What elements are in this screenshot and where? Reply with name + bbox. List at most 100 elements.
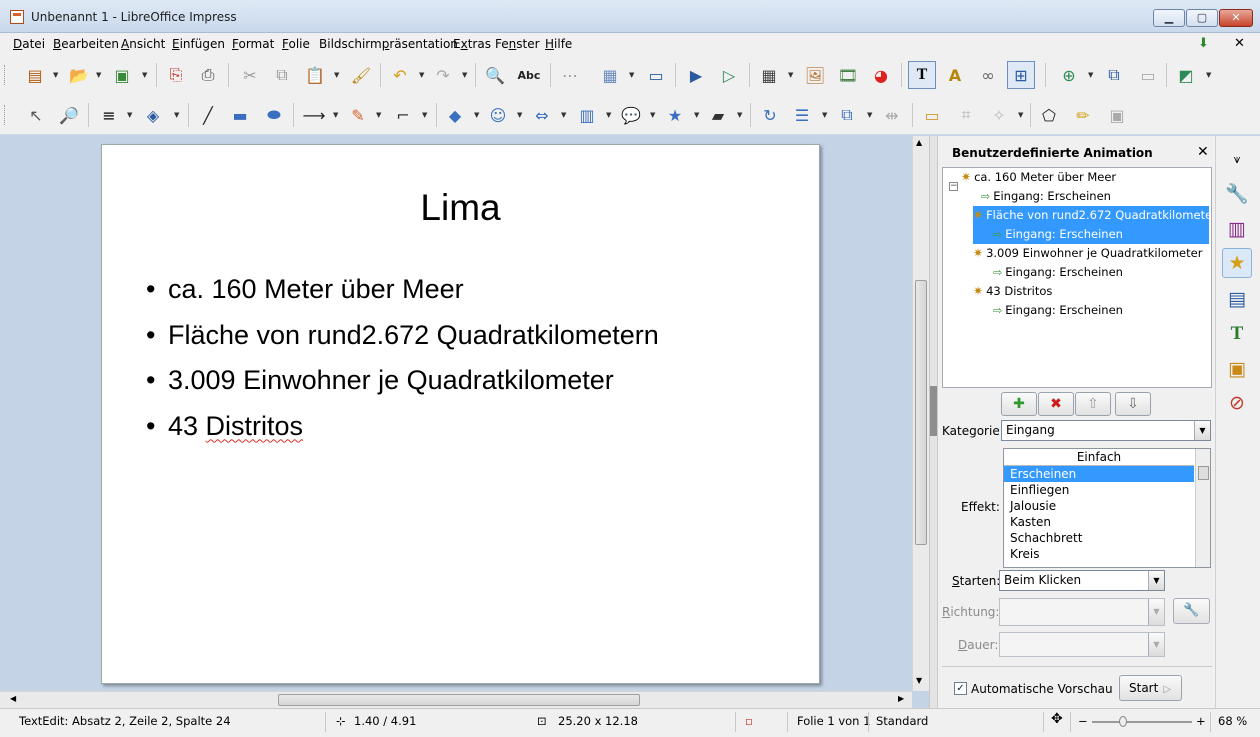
slide-workspace[interactable]: Lima ca. 160 Meter über Meer Fläche von … <box>0 136 912 691</box>
document-modified-icon[interactable]: ▫ <box>745 714 753 728</box>
stars-icon[interactable]: ★ <box>663 103 687 127</box>
animation-effect-row[interactable]: ⇨ Eingang: Erscheinen <box>981 187 1111 206</box>
zoom-in-icon[interactable]: + <box>1196 714 1206 728</box>
close-window-button[interactable]: ✕ <box>1219 9 1253 27</box>
animation-shape-row[interactable]: ✷ Fläche von rund2.672 Quadratkilometern <box>973 206 1211 225</box>
block-arrows-icon[interactable]: ⇔ <box>530 103 554 127</box>
paste-icon[interactable]: 📋 <box>303 63 327 87</box>
start-preview-button[interactable]: Start ▷ <box>1119 675 1182 701</box>
select-icon[interactable]: ↖ <box>24 103 48 127</box>
rotate-icon[interactable]: ↻ <box>758 103 782 127</box>
starten-select[interactable]: Beim Klicken ▼ <box>999 570 1165 591</box>
slide-transition-icon[interactable]: ▤ <box>1222 284 1252 314</box>
export-pdf-icon[interactable]: ⎘ <box>164 63 188 87</box>
menu-datei[interactable]: Datei <box>13 37 45 51</box>
start-presentation-icon[interactable]: ▶ <box>684 63 708 87</box>
animation-shape-row[interactable]: ✷ 43 Distritos <box>973 282 1052 301</box>
effect-list-scrollbar[interactable] <box>1195 449 1210 567</box>
master-pages-icon[interactable]: ▥ <box>1222 214 1252 244</box>
connector-icon[interactable]: ⌐ <box>391 103 415 127</box>
custom-animation-icon[interactable]: ★ <box>1222 248 1252 278</box>
media-icon[interactable]: 🎞 <box>836 63 860 87</box>
bullet-item[interactable]: Fläche von rund2.672 Quadratkilometern <box>146 313 659 359</box>
duplicate-slide-icon[interactable]: ⧉ <box>1102 63 1126 87</box>
flowchart-icon[interactable]: ▥ <box>575 103 599 127</box>
slide-layout-icon[interactable]: ▭ <box>1136 63 1160 87</box>
move-up-button[interactable]: ⇧ <box>1075 392 1111 416</box>
scroll-down-icon[interactable]: ▼ <box>916 676 922 685</box>
chart-icon[interactable]: ◕ <box>869 63 893 87</box>
animation-list[interactable]: − ✷ ca. 160 Meter über Meer ⇨ Eingang: Ers… <box>942 167 1212 388</box>
master-slide-icon[interactable]: ▭ <box>644 63 668 87</box>
slide-canvas[interactable]: Lima ca. 160 Meter über Meer Fläche von … <box>101 144 820 684</box>
menu-fenster[interactable]: Fenster <box>495 37 540 51</box>
vertical-scrollbar[interactable]: ▲ ▼ <box>912 136 929 691</box>
remove-effect-button[interactable]: ✖ <box>1038 392 1074 416</box>
undo-icon[interactable]: ↶ <box>388 63 412 87</box>
hyperlink-icon[interactable]: ∞ <box>976 63 1000 87</box>
animation-effect-row[interactable]: ⇨ Eingang: Erscheinen <box>993 301 1123 320</box>
callouts-icon[interactable]: 💬 <box>619 103 643 127</box>
zoom-slider-knob[interactable] <box>1119 716 1127 727</box>
cut-icon[interactable]: ✂ <box>238 63 262 87</box>
menu-bearbeiten[interactable]: Bearbeiten <box>53 37 119 51</box>
fit-slide-icon[interactable]: ✥ <box>1051 711 1063 727</box>
animation-shape-row[interactable]: ✷ ca. 160 Meter über Meer <box>961 168 1116 187</box>
panel-close-icon[interactable]: ✕ <box>1197 144 1209 160</box>
image-icon[interactable]: 🖼 <box>803 63 827 87</box>
curve-icon[interactable]: ✎ <box>346 103 370 127</box>
sidebar-menu-icon[interactable]: ⩛ <box>1222 144 1252 174</box>
copy-icon[interactable]: ⧉ <box>270 63 294 87</box>
zoom-icon[interactable]: ◩ <box>1174 63 1198 87</box>
redo-icon[interactable]: ↷ <box>431 63 455 87</box>
scroll-left-icon[interactable]: ◀ <box>10 694 16 703</box>
zoom-pan-icon[interactable]: 🔎 <box>57 103 81 127</box>
line-icon[interactable]: ╱ <box>196 103 220 127</box>
move-down-button[interactable]: ⇩ <box>1115 392 1151 416</box>
arrow-line-icon[interactable]: ⟶ <box>302 103 326 127</box>
slide-show-icon[interactable]: ▷ <box>717 63 741 87</box>
close-document-icon[interactable]: ✕ <box>1234 36 1245 51</box>
horizontal-scrollbar[interactable]: ◀ ▶ <box>0 691 912 708</box>
effect-option[interactable]: Schachbrett <box>1004 530 1194 546</box>
display-views-icon[interactable]: ▦ <box>595 63 625 87</box>
effect-option[interactable]: Kreis <box>1004 546 1194 562</box>
shadow-icon[interactable]: ▭ <box>920 103 944 127</box>
slide-title[interactable]: Lima <box>102 187 819 229</box>
fontwork-icon[interactable]: A <box>943 63 967 87</box>
effect-option[interactable]: Jalousie <box>1004 498 1194 514</box>
dauer-select[interactable]: ▼ <box>999 632 1165 657</box>
line-color-icon[interactable]: ≡ <box>97 103 121 127</box>
animation-effect-row[interactable]: ⇨ Eingang: Erscheinen <box>993 263 1123 282</box>
effect-options-button[interactable]: 🔧 <box>1173 598 1210 624</box>
gallery-icon[interactable]: ▣ <box>1222 354 1252 384</box>
fill-color-icon[interactable]: ◈ <box>141 103 165 127</box>
basic-shapes-icon[interactable]: ◆ <box>443 103 467 127</box>
3d-objects-icon[interactable]: ▰ <box>706 103 730 127</box>
richtung-select[interactable]: ▼ <box>999 598 1165 626</box>
textbox-icon[interactable]: T <box>908 61 936 89</box>
menu-extras[interactable]: Extras <box>453 37 491 51</box>
slide-bullet-list[interactable]: ca. 160 Meter über Meer Fläche von rund2… <box>146 267 659 449</box>
properties-icon[interactable]: 🔧 <box>1222 178 1252 208</box>
add-effect-button[interactable]: ✚ <box>1001 392 1037 416</box>
menu-bildschirmpraesentation[interactable]: Bildschirmpräsentation <box>319 37 458 51</box>
layout-name[interactable]: Standard <box>876 714 928 728</box>
navigator-icon[interactable]: ⊘ <box>1222 388 1252 418</box>
arrange-icon[interactable]: ⧉ <box>835 103 859 127</box>
effect-listbox[interactable]: Einfach Erscheinen Einfliegen Jalousie K… <box>1003 448 1211 568</box>
glue-points-icon[interactable]: ⊞ <box>1007 61 1035 89</box>
new-document-icon[interactable]: ▤ <box>23 63 47 87</box>
print-icon[interactable]: ⎙ <box>196 63 220 87</box>
rectangle-icon[interactable]: ▬ <box>228 103 252 127</box>
ellipse-icon[interactable]: ⬬ <box>262 103 286 127</box>
minimize-button[interactable]: ▁ <box>1153 9 1185 27</box>
effect-option[interactable]: Einfliegen <box>1004 482 1194 498</box>
menu-hilfe[interactable]: Hilfe <box>545 37 572 51</box>
toolbar-grip[interactable] <box>4 65 7 85</box>
bullet-item[interactable]: ca. 160 Meter über Meer <box>146 267 659 313</box>
horizontal-scroll-thumb[interactable] <box>278 694 640 706</box>
grid-icon[interactable]: ⋯ <box>558 63 582 87</box>
bullet-item[interactable]: 3.009 Einwohner je Quadratkilometer <box>146 358 659 404</box>
gluepoints-icon[interactable]: ▣ <box>1105 103 1129 127</box>
